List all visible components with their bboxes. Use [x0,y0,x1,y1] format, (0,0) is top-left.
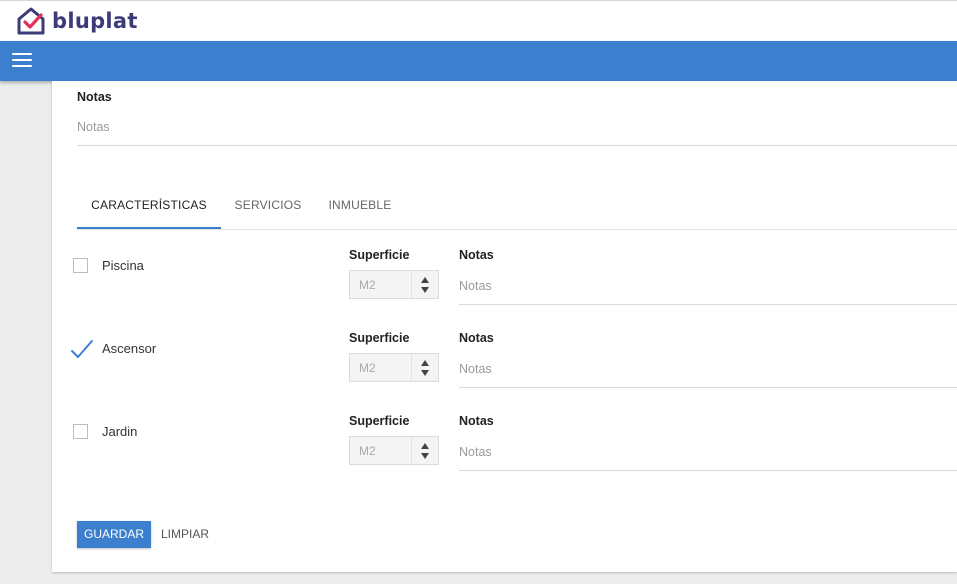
ascensor-notes-label: Notas [459,331,494,345]
hamburger-menu-icon[interactable] [12,53,32,69]
jardin-surface-stepper[interactable]: M2 [349,436,439,465]
tab-servicios[interactable]: SERVICIOS [224,185,312,229]
stepper-up-icon[interactable] [421,277,429,283]
stepper-down-icon[interactable] [421,370,429,376]
stepper-up-icon[interactable] [421,443,429,449]
piscina-label: Piscina [102,258,144,273]
jardin-surface-label: Superficie [349,414,410,428]
tab-bar: CARACTERÍSTICAS SERVICIOS INMUEBLE [77,185,957,230]
ascensor-surface-placeholder: M2 [359,361,376,375]
ascensor-checkmark-icon[interactable] [70,339,94,359]
stepper-down-icon[interactable] [421,453,429,459]
jardin-notes-input[interactable]: Notas [459,445,957,471]
jardin-checkbox[interactable] [73,424,88,439]
ascensor-surface-label: Superficie [349,331,410,345]
clear-button[interactable]: LIMPIAR [155,521,215,548]
ascensor-notes-input[interactable]: Notas [459,362,957,388]
jardin-surface-placeholder: M2 [359,444,376,458]
piscina-notes-input[interactable]: Notas [459,279,957,305]
top-bar: bluplat [0,0,957,41]
piscina-surface-stepper[interactable]: M2 [349,270,439,299]
ascensor-label: Ascensor [102,341,157,356]
stepper-down-icon[interactable] [421,287,429,293]
notes-input[interactable]: Notas [77,120,957,146]
notes-label: Notas [77,90,112,104]
brand-name: bluplat [52,9,138,33]
house-check-logo-icon [17,7,45,35]
tab-inmueble[interactable]: INMUEBLE [319,185,401,229]
ascensor-stepper-arrows[interactable] [411,354,438,381]
stepper-up-icon[interactable] [421,360,429,366]
jardin-notes-label: Notas [459,414,494,428]
navbar [0,41,957,81]
save-button[interactable]: GUARDAR [77,521,151,548]
piscina-stepper-arrows[interactable] [411,271,438,298]
piscina-surface-label: Superficie [349,248,410,262]
brand-logo[interactable]: bluplat [16,6,138,36]
piscina-surface-placeholder: M2 [359,278,376,292]
form-panel: Notas Notas CARACTERÍSTICAS SERVICIOS IN… [52,81,957,572]
jardin-stepper-arrows[interactable] [411,437,438,464]
piscina-checkbox[interactable] [73,258,88,273]
jardin-label: Jardin [102,424,138,439]
piscina-notes-label: Notas [459,248,494,262]
tab-caracteristicas[interactable]: CARACTERÍSTICAS [77,185,221,229]
ascensor-surface-stepper[interactable]: M2 [349,353,439,382]
